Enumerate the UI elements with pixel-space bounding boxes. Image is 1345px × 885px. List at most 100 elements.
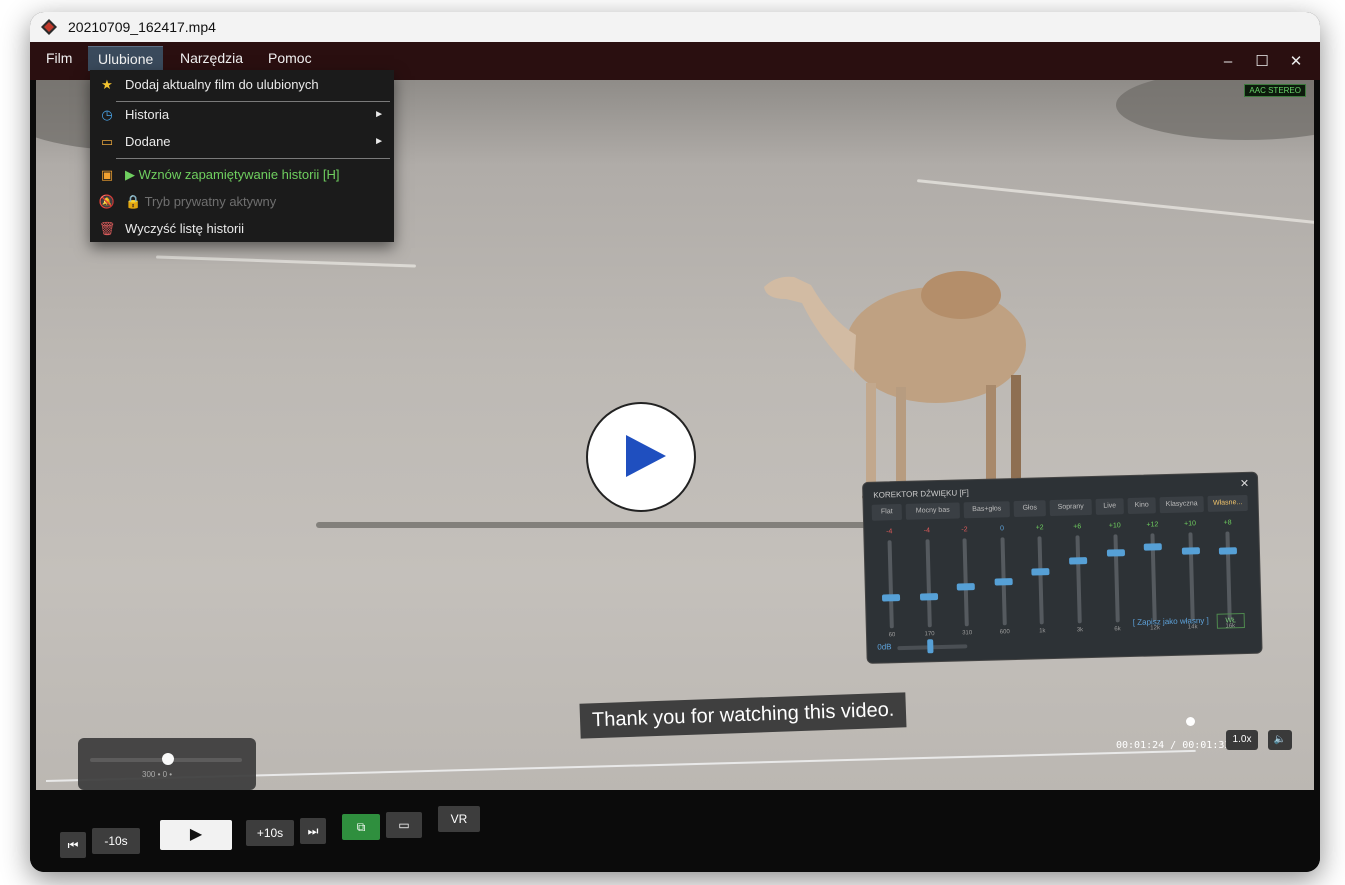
preset-strong-bass[interactable]: Mocny bas bbox=[905, 502, 960, 520]
menu-item-add-favorite[interactable]: ★ Dodaj aktualny film do ulubionych bbox=[90, 72, 394, 98]
eq-band-slider-knob[interactable] bbox=[881, 594, 901, 602]
tire-track bbox=[916, 179, 1314, 224]
equalizer-title: KOREKTOR DŹWIĘKU [F] bbox=[873, 488, 969, 500]
star-icon: ★ bbox=[101, 77, 113, 92]
menu-item-clear-history[interactable]: 🗑 Wyczyść listę historii bbox=[90, 216, 394, 242]
eq-band-slider-knob[interactable] bbox=[1106, 548, 1125, 557]
vr-button[interactable]: VR bbox=[438, 806, 480, 832]
eq-band-slider[interactable] bbox=[925, 539, 932, 628]
eq-band-frequency: 6k bbox=[1114, 626, 1121, 633]
progress-knob[interactable] bbox=[1186, 717, 1195, 726]
speaker-icon: 🔈 bbox=[1273, 734, 1287, 745]
eq-band-slider[interactable] bbox=[887, 540, 894, 629]
menu-tools[interactable]: Narzędzia bbox=[170, 46, 253, 70]
equalizer-close-icon[interactable]: ✕ bbox=[1240, 477, 1250, 490]
control-bar: ⏮ -10s ▶ +10s ⏭ ⧉ ▭ VR bbox=[30, 790, 1320, 872]
equalizer-on-toggle[interactable]: WŁ bbox=[1216, 613, 1245, 629]
preset-custom[interactable]: Własne... bbox=[1207, 494, 1248, 512]
preset-live[interactable]: Live bbox=[1095, 498, 1124, 515]
eq-band-gain: -2 bbox=[961, 526, 968, 534]
window-title: 20210709_162417.mp4 bbox=[68, 19, 216, 35]
folder-icon: ▭ bbox=[100, 134, 114, 149]
eq-band-slider-knob[interactable] bbox=[1181, 546, 1200, 555]
eq-band-slider-knob[interactable] bbox=[956, 583, 976, 591]
eq-band-gain: -4 bbox=[923, 527, 931, 535]
volume-slider-knob[interactable] bbox=[162, 753, 174, 765]
preset-bass-voice[interactable]: Bas+głos bbox=[963, 501, 1010, 519]
eq-band: 0 600 bbox=[991, 525, 1016, 644]
eq-band-slider-knob[interactable] bbox=[1031, 568, 1050, 576]
eq-band-slider[interactable] bbox=[1075, 535, 1082, 624]
eq-band-slider[interactable] bbox=[1225, 531, 1233, 620]
eq-band-slider-knob[interactable] bbox=[919, 593, 938, 601]
app-logo-icon bbox=[41, 19, 57, 35]
preset-cinema[interactable]: Kino bbox=[1127, 497, 1156, 515]
eq-band-gain: 0 bbox=[1000, 525, 1005, 533]
eq-band-slider-knob[interactable] bbox=[1069, 556, 1088, 565]
eq-band: -2 310 bbox=[953, 526, 978, 645]
preamp-slider-knob[interactable] bbox=[927, 639, 934, 654]
previous-button[interactable]: ⏮ bbox=[60, 832, 86, 858]
stop-square-icon: ▣ bbox=[100, 167, 114, 182]
eq-band-slider[interactable] bbox=[1037, 536, 1045, 625]
close-button[interactable]: ✕ bbox=[1282, 50, 1310, 74]
audio-format-badge: AAC STEREO bbox=[1244, 84, 1306, 97]
eq-band-slider[interactable] bbox=[1188, 532, 1195, 621]
eq-band-frequency: 60 bbox=[888, 632, 896, 639]
subtitles-button[interactable]: ▭ bbox=[386, 812, 422, 838]
submenu-arrow-icon: ► bbox=[374, 109, 384, 120]
preset-classical[interactable]: Klasyczna bbox=[1159, 496, 1204, 514]
eq-band-slider-knob[interactable] bbox=[994, 578, 1013, 586]
speed-button[interactable]: 1.0x bbox=[1226, 730, 1258, 750]
eq-band-slider[interactable] bbox=[962, 538, 970, 627]
eq-band-frequency: 3k bbox=[1076, 627, 1084, 634]
menu-help[interactable]: Pomoc bbox=[258, 46, 322, 70]
eq-band-gain: +12 bbox=[1146, 521, 1159, 529]
maximize-button[interactable]: ☐ bbox=[1248, 50, 1276, 74]
eq-band-frequency: 170 bbox=[924, 631, 935, 638]
next-button[interactable]: ⏭ bbox=[300, 818, 326, 844]
menu-favorites[interactable]: Ulubione bbox=[88, 46, 164, 71]
skip-back-icon: ⏮ bbox=[67, 838, 79, 852]
preset-treble[interactable]: Soprany bbox=[1049, 498, 1092, 517]
eq-band-gain: +6 bbox=[1073, 523, 1082, 531]
menu-item-added[interactable]: ▭ Dodane ► bbox=[90, 129, 394, 155]
eq-band: +6 3k bbox=[1066, 523, 1091, 642]
menu-item-private-mode: 🔕 🔒 Tryb prywatny aktywny bbox=[90, 189, 394, 215]
subtitle-text: Thank you for watching this video. bbox=[579, 692, 907, 739]
eq-band-slider-knob[interactable] bbox=[1143, 543, 1163, 551]
eq-band-slider[interactable] bbox=[1113, 534, 1120, 623]
favorites-dropdown: ★ Dodaj aktualny film do ulubionych ◷ Hi… bbox=[90, 70, 394, 242]
time-display: 00:01:24 / 00:01:33 bbox=[1116, 740, 1231, 751]
screenshot-button[interactable]: ⧉ bbox=[342, 814, 380, 840]
eq-band-frequency: 310 bbox=[962, 630, 973, 637]
eq-band-frequency: 600 bbox=[999, 629, 1010, 636]
play-overlay-button[interactable] bbox=[586, 402, 696, 512]
menu-item-history[interactable]: ◷ Historia ► bbox=[90, 102, 394, 128]
minimize-button[interactable]: – bbox=[1214, 50, 1242, 74]
preset-voice[interactable]: Głos bbox=[1013, 500, 1046, 518]
eq-band-gain: +8 bbox=[1223, 519, 1232, 527]
forward-10s-button[interactable]: +10s bbox=[246, 820, 294, 846]
eq-band: +10 6k bbox=[1104, 522, 1129, 641]
player-window: 20210709_162417.mp4 Film Ulubione Narzęd… bbox=[30, 12, 1320, 872]
volume-button[interactable]: 🔈 bbox=[1268, 730, 1292, 750]
menu-item-resume-history[interactable]: ▣ ▶ Wznów zapamiętywanie historii [H] bbox=[90, 162, 394, 188]
eq-band: -4 170 bbox=[916, 527, 941, 646]
equalizer-presets: Flat Mocny bas Bas+głos Głos Soprany Liv… bbox=[871, 494, 1252, 521]
clock-icon: ◷ bbox=[101, 107, 113, 122]
play-icon bbox=[626, 435, 666, 477]
eq-band: -4 60 bbox=[878, 528, 903, 647]
eq-band: +2 1k bbox=[1029, 524, 1054, 643]
tire-track bbox=[156, 255, 416, 268]
bell-off-icon: 🔕 bbox=[98, 194, 116, 209]
trash-icon: 🗑 bbox=[98, 221, 116, 236]
eq-band-gain: -4 bbox=[886, 528, 893, 536]
play-button[interactable]: ▶ bbox=[160, 820, 232, 850]
eq-band-slider-knob[interactable] bbox=[1219, 547, 1238, 556]
preamp-label: 0dB bbox=[877, 642, 892, 652]
screenshot-icon: ⧉ bbox=[356, 820, 366, 834]
menu-film[interactable]: Film bbox=[36, 46, 82, 70]
preset-flat[interactable]: Flat bbox=[871, 503, 903, 521]
rewind-10s-button[interactable]: -10s bbox=[92, 828, 140, 854]
